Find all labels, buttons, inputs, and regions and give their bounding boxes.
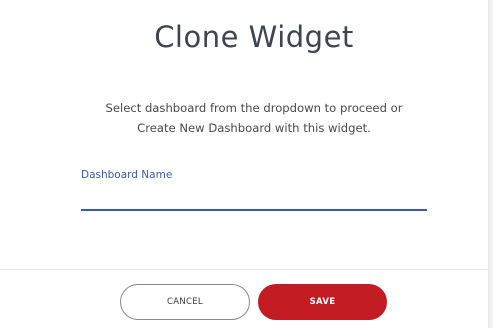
save-button[interactable]: SAVE: [258, 284, 387, 320]
cancel-button[interactable]: CANCEL: [120, 284, 250, 320]
background-edge: [488, 0, 493, 328]
page: Clone Widget Select dashboard from the d…: [0, 0, 493, 328]
description-line-2: Create New Dashboard with this widget.: [137, 121, 371, 135]
dashboard-name-label: Dashboard Name: [81, 169, 173, 181]
clone-widget-dialog: Clone Widget Select dashboard from the d…: [0, 0, 488, 328]
description-line-1: Select dashboard from the dropdown to pr…: [105, 101, 403, 115]
footer-divider: [0, 269, 488, 270]
dashboard-name-field: Dashboard Name: [81, 169, 427, 215]
dialog-description: Select dashboard from the dropdown to pr…: [0, 98, 493, 138]
dialog-title: Clone Widget: [154, 20, 354, 54]
dashboard-name-input[interactable]: [81, 187, 427, 211]
